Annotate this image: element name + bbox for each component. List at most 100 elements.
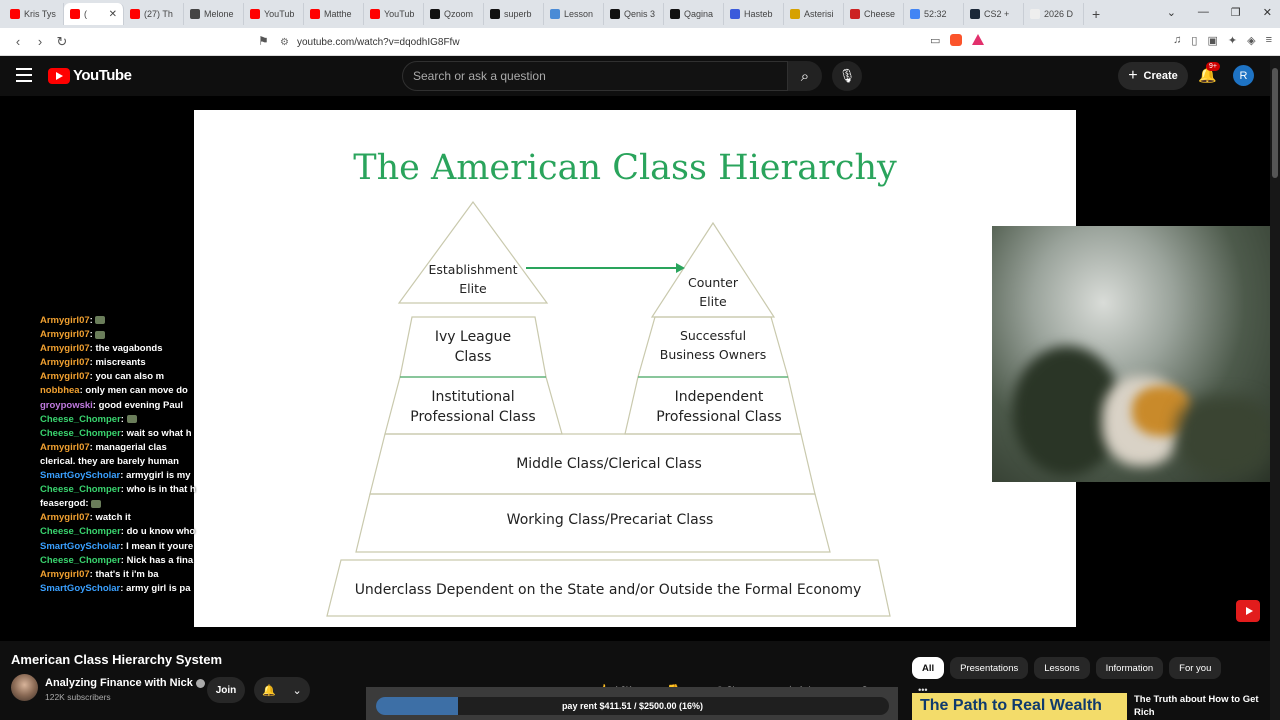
tab-favicon-icon [1030, 9, 1040, 19]
browser-tab[interactable]: YouTub [364, 3, 424, 25]
close-tab-icon[interactable]: ✕ [109, 9, 117, 20]
video-player[interactable]: The American Class Hierarchy Establishme… [0, 96, 1270, 641]
filter-chip[interactable]: Presentations [950, 657, 1029, 679]
brave-shield-icon[interactable] [950, 34, 963, 46]
chat-username[interactable]: Cheese_Chomper [40, 555, 121, 566]
chat-username[interactable]: Armygirl07 [40, 569, 90, 580]
chat-message: nobbhea: only men can move do [40, 384, 380, 398]
chat-username[interactable]: SmartGoyScholar [40, 470, 120, 481]
chat-text: wait so what h [126, 427, 192, 439]
forward-icon[interactable]: › [30, 34, 50, 49]
chat-username[interactable]: nobbhea [40, 385, 80, 396]
chat-message: Cheese_Chomper: Nick has a fina [40, 554, 380, 568]
browser-tab[interactable]: Kris Tys [4, 3, 64, 25]
browser-tab[interactable]: YouTub [244, 3, 304, 25]
sidebar-icon[interactable]: ▯ [1191, 34, 1197, 47]
browser-tab[interactable]: Cheese [844, 3, 904, 25]
recommended-video-title[interactable]: The Truth about How to Get Rich [1134, 693, 1264, 719]
browser-tab[interactable]: Qenis 3 [604, 3, 664, 25]
browser-tab[interactable]: 52:32 [904, 3, 964, 25]
youtube-header: YouTube Search or ask a question ⌕ 🎙 + C… [0, 56, 1270, 96]
tab-favicon-icon [310, 9, 320, 19]
chat-text: managerial clas [95, 441, 167, 453]
filter-chip[interactable]: Information [1095, 657, 1164, 679]
window-controls: ⌄ — ❐ ✕ [1167, 6, 1272, 19]
vpn-icon[interactable]: ◈ [1247, 34, 1255, 47]
browser-tab[interactable]: Qagina [664, 3, 724, 25]
chat-username[interactable]: Cheese_Chomper [40, 526, 121, 537]
scrollbar-thumb[interactable] [1272, 68, 1278, 178]
browser-tab[interactable]: Melone [184, 3, 244, 25]
leo-icon[interactable]: ✦ [1228, 34, 1237, 47]
channel-avatar[interactable] [11, 674, 38, 701]
chat-username[interactable]: Armygirl07 [40, 315, 90, 326]
browser-tab[interactable]: Lesson [544, 3, 604, 25]
menu-icon[interactable]: ≡ [1266, 34, 1272, 47]
plus-icon: + [1128, 67, 1138, 84]
account-avatar[interactable]: R [1233, 65, 1254, 86]
youtube-watermark-icon[interactable] [1236, 600, 1260, 622]
tab-favicon-icon [610, 9, 620, 19]
browser-tab[interactable]: 2026 D [1024, 3, 1084, 25]
minimize-icon[interactable]: — [1198, 6, 1209, 19]
create-button[interactable]: + Create [1118, 62, 1188, 90]
chat-username[interactable]: Cheese_Chomper [40, 414, 121, 425]
subscribe-bell-button[interactable]: 🔔 ⌄ [254, 677, 310, 703]
tab-search-icon[interactable]: ⌄ [1167, 6, 1176, 19]
chat-username[interactable]: Cheese_Chomper [40, 428, 121, 439]
chat-username[interactable]: Armygirl07 [40, 357, 90, 368]
chat-text: armygirl is my [126, 470, 191, 482]
site-info-icon[interactable]: ⚙ [280, 37, 289, 48]
voice-search-button[interactable]: 🎙 [832, 61, 862, 91]
chat-username[interactable]: SmartGoyScholar [40, 541, 120, 552]
bookmark-icon[interactable]: ⚑ [258, 34, 269, 48]
recommended-video-thumbnail[interactable]: The Path to Real Wealth [912, 693, 1127, 720]
chat-username[interactable]: feasergod [40, 498, 85, 509]
chat-username[interactable]: Armygirl07 [40, 512, 90, 523]
chat-username[interactable]: Armygirl07 [40, 329, 90, 340]
join-button[interactable]: Join [207, 677, 245, 703]
browser-tab[interactable]: (✕ [64, 3, 124, 25]
tab-label: Lesson [564, 9, 594, 19]
chat-username[interactable]: Cheese_Chomper [40, 484, 121, 495]
hamburger-menu-icon[interactable] [16, 68, 32, 82]
browser-tab[interactable]: Qzoom [424, 3, 484, 25]
wallet-icon[interactable]: ▣ [1207, 34, 1217, 47]
channel-name[interactable]: Analyzing Finance with Nick [45, 677, 205, 689]
address-bar[interactable]: ⚙ youtube.com/watch?v=dqodhIG8Ffw [280, 32, 1000, 52]
filter-chip[interactable]: All [912, 657, 945, 679]
chat-username[interactable]: groypowski [40, 400, 93, 411]
media-icon[interactable]: ♫ [1173, 34, 1181, 47]
browser-tab[interactable]: CS2 + [964, 3, 1024, 25]
youtube-logo[interactable]: YouTube [48, 67, 132, 84]
tab-favicon-icon [10, 9, 20, 19]
tab-label: Melone [204, 9, 234, 19]
new-tab-icon[interactable]: + [1092, 6, 1100, 22]
chat-text: that's it i'm ba [95, 568, 159, 580]
left-low-label-1: Institutional [431, 389, 514, 405]
restore-icon[interactable]: ❐ [1231, 6, 1241, 19]
back-icon[interactable]: ‹ [8, 34, 28, 49]
rewards-icon[interactable] [972, 34, 985, 45]
browser-tab[interactable]: Matthe [304, 3, 364, 25]
filter-chip[interactable]: For you [1169, 657, 1222, 679]
cast-icon[interactable]: ▭ [930, 34, 940, 47]
tab-label: Kris Tys [24, 9, 56, 19]
tab-favicon-icon [850, 9, 860, 19]
search-button[interactable]: ⌕ [788, 61, 822, 91]
reload-icon[interactable]: ↻ [52, 34, 72, 50]
filter-chip[interactable]: Lessons [1034, 657, 1090, 679]
chat-username[interactable]: Armygirl07 [40, 371, 90, 382]
chat-username[interactable]: SmartGoyScholar [40, 583, 120, 594]
browser-tab[interactable]: Hasteb [724, 3, 784, 25]
search-input[interactable]: Search or ask a question [402, 61, 788, 91]
close-window-icon[interactable]: ✕ [1263, 6, 1272, 19]
browser-tab[interactable]: Asterisi [784, 3, 844, 25]
right-low-tier [624, 376, 802, 435]
page-scrollbar[interactable] [1270, 56, 1280, 720]
chat-username[interactable]: Armygirl07 [40, 343, 90, 354]
chat-username[interactable]: Armygirl07 [40, 442, 90, 453]
chat-message: Armygirl07: miscreants [40, 356, 380, 370]
browser-tab[interactable]: superb [484, 3, 544, 25]
browser-tab[interactable]: (27) Th [124, 3, 184, 25]
